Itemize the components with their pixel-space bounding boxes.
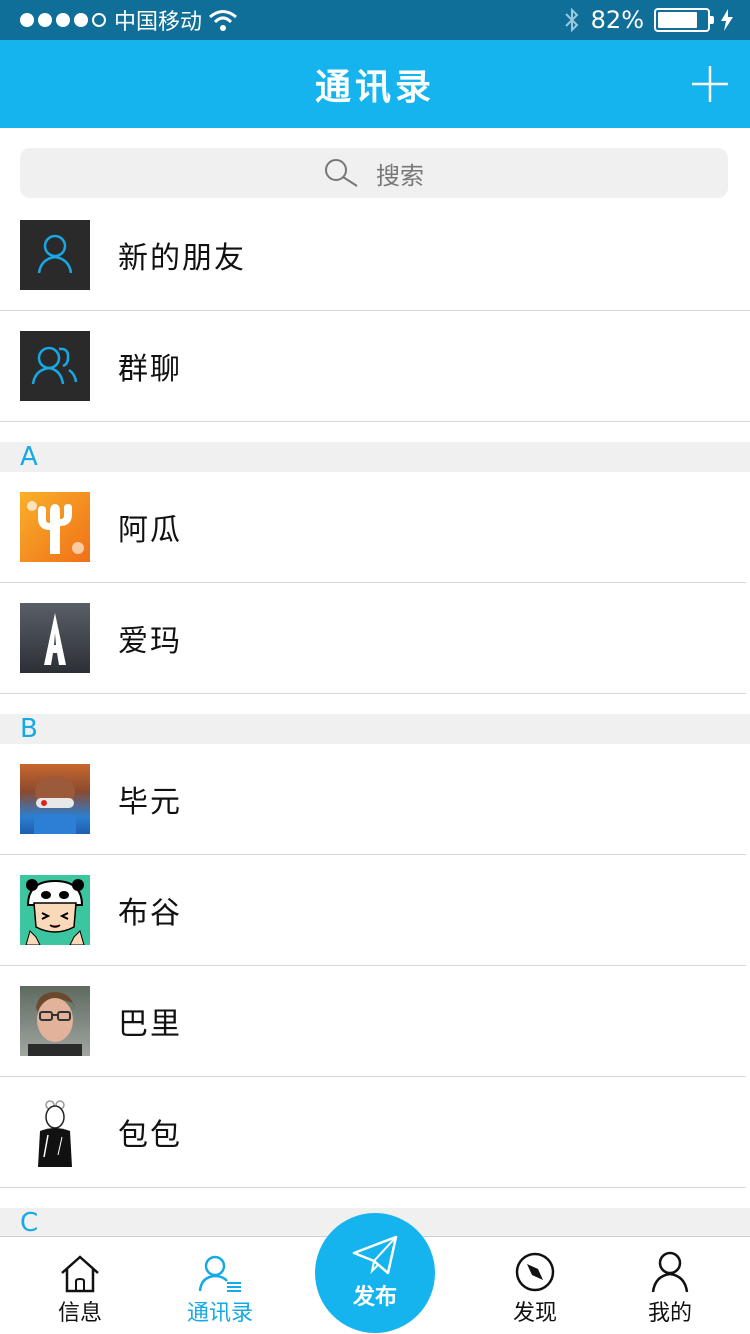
plus-icon [692, 66, 728, 102]
publish-button[interactable]: 发布 [315, 1213, 435, 1333]
search-input[interactable]: 搜索 [20, 148, 728, 198]
contact-avatar [20, 492, 90, 562]
contact-name: 爱玛 [118, 624, 182, 659]
search-placeholder: 搜索 [376, 161, 424, 190]
carrier-name: 中国移动 [114, 10, 203, 35]
tab-messages[interactable]: 信息 [15, 1237, 145, 1334]
nav-header: 通讯录 [0, 40, 750, 128]
contact-row[interactable]: 巴里 [0, 966, 746, 1077]
contact-avatar [20, 1097, 90, 1167]
publish-label: 发布 [352, 1285, 397, 1310]
cactus-logo [27, 501, 84, 554]
contact-row[interactable]: 爱玛 [0, 583, 746, 694]
contact-row[interactable]: 包包 [0, 1077, 746, 1188]
battery-icon [654, 8, 714, 32]
list-item-label: 群聊 [118, 352, 182, 387]
signal-strength-icon [20, 13, 106, 27]
page-title: 通讯录 [314, 67, 435, 108]
contact-avatar [20, 875, 90, 945]
man-photo [28, 992, 82, 1056]
list-item-group-chat[interactable]: 群聊 [0, 311, 750, 422]
profile-icon [651, 1251, 689, 1293]
charging-icon [721, 9, 733, 31]
list-item-new-friends[interactable]: 新的朋友 [0, 200, 750, 311]
contact-row[interactable]: 毕元 [0, 744, 746, 855]
contacts-icon [198, 1255, 241, 1292]
add-button[interactable] [690, 64, 730, 104]
list-item-label: 新的朋友 [118, 241, 246, 276]
tab-profile[interactable]: 我的 [605, 1237, 735, 1334]
tab-discover[interactable]: 发现 [470, 1237, 600, 1334]
paper-plane-icon [352, 1235, 398, 1275]
compass-icon [515, 1252, 555, 1292]
contacts-list: 新的朋友 群聊 A 阿瓜 爱玛 B 毕元 布谷 巴里 包包 C [0, 200, 750, 1238]
tab-label: 通讯录 [186, 1301, 253, 1326]
contact-avatar [20, 764, 90, 834]
contact-avatar [20, 986, 90, 1056]
section-header-a: A [0, 442, 750, 472]
bluetooth-icon [564, 7, 579, 33]
sketch-figure [38, 1100, 72, 1167]
home-icon [61, 1255, 99, 1293]
astronaut-photo [34, 776, 76, 834]
contact-name: 毕元 [118, 785, 182, 820]
contact-name: 包包 [118, 1118, 182, 1153]
panda-cartoon [25, 879, 85, 945]
wifi-icon [209, 10, 237, 31]
group-chat-avatar [20, 331, 90, 401]
contact-name: 阿瓜 [118, 513, 182, 548]
tab-label: 信息 [57, 1301, 102, 1326]
contact-name: 巴里 [118, 1007, 182, 1042]
new-friend-avatar [20, 220, 90, 290]
search-icon [325, 159, 358, 187]
new-friend-icon [37, 234, 73, 274]
contact-row[interactable]: 阿瓜 [0, 472, 746, 583]
section-header-b: B [0, 714, 750, 744]
tab-contacts[interactable]: 通讯录 [155, 1237, 285, 1334]
contact-name: 布谷 [118, 896, 182, 931]
tab-label: 发现 [512, 1301, 557, 1326]
letter-a-logo [44, 613, 66, 665]
status-bar: 中国移动 82% [0, 0, 750, 40]
contact-row[interactable]: 布谷 [0, 855, 746, 966]
battery-percentage: 82% [590, 6, 644, 34]
contact-avatar [20, 603, 90, 673]
tab-label: 我的 [647, 1301, 692, 1326]
group-chat-icon [31, 346, 78, 385]
